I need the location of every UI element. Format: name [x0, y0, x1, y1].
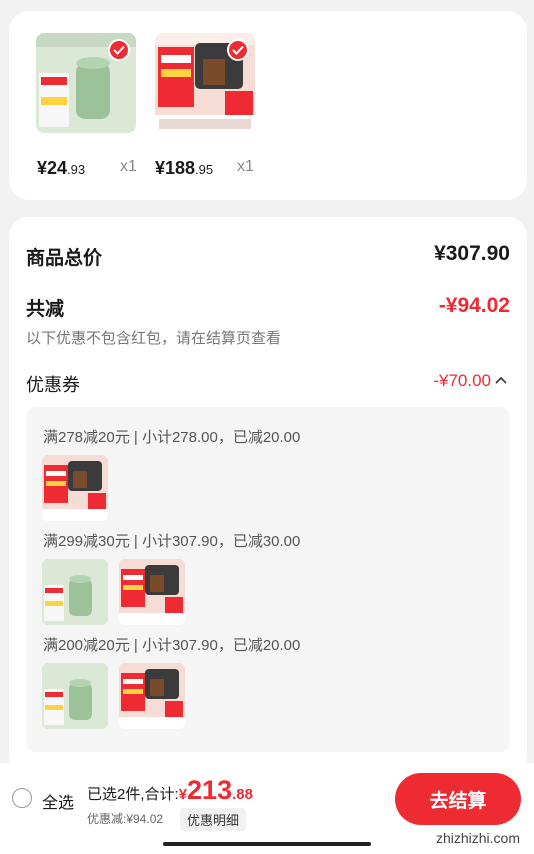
discount-value: -¥94.02	[438, 294, 510, 317]
product-quantity: x1	[120, 158, 137, 175]
select-all-radio[interactable]	[12, 788, 32, 808]
product-thumbnail-humidifier[interactable]	[36, 33, 136, 133]
humidifier-image	[42, 663, 108, 729]
discount-note: 以下优惠不包含红包，请在结算页查看	[26, 330, 282, 347]
discount-label: 共减	[26, 299, 65, 320]
product-quantity: x1	[237, 158, 254, 175]
coupon-item-coffee-machine[interactable]	[119, 559, 185, 625]
watermark-text: zhizhizhi.com	[435, 830, 520, 846]
product-price-humidifier: ¥24.93	[37, 158, 86, 178]
currency-symbol: ¥	[178, 786, 188, 803]
selected-check-icon[interactable]	[227, 39, 249, 61]
coupon-rule: 满299减30元 | 小计307.90，已减30.00	[43, 533, 301, 550]
total-value: ¥307.90	[434, 242, 510, 265]
coupon-rule: 满278减20元 | 小计278.00，已减20.00	[43, 429, 301, 446]
select-all-label[interactable]: 全选	[42, 789, 74, 813]
order-total: 已选2件,合计: ¥ 213 .88	[87, 775, 253, 806]
selected-count-text: 已选2件,合计:	[87, 786, 179, 803]
price-summary-card: 商品总价 ¥307.90 共减 -¥94.02 以下优惠不包含红包，请在结算页查…	[9, 217, 527, 777]
coupon-details-panel: 满278减20元 | 小计278.00，已减20.00 满299减30元 | 小…	[26, 407, 510, 752]
coupon-value: -¥70.00	[433, 371, 491, 390]
discount-detail-button[interactable]: 优惠明细	[180, 808, 247, 831]
total-label: 商品总价	[26, 248, 103, 269]
product-thumbnail-coffee-machine[interactable]	[155, 33, 255, 133]
discount-summary: 优惠减:¥94.02	[87, 812, 164, 826]
coupon-item-coffee-machine[interactable]	[119, 663, 185, 729]
chevron-up-icon	[495, 376, 507, 384]
total-decimal: .88	[232, 786, 253, 803]
coffee-machine-image	[42, 455, 108, 521]
coupon-toggle[interactable]: -¥70.00	[433, 371, 507, 391]
coupon-item-coffee-machine[interactable]	[42, 455, 108, 521]
selected-check-icon[interactable]	[108, 39, 130, 61]
checkout-button[interactable]: 去结算	[395, 773, 521, 825]
coupon-label: 优惠券	[26, 375, 80, 395]
coupon-item-humidifier[interactable]	[42, 559, 108, 625]
humidifier-image	[42, 559, 108, 625]
selected-products-card: ¥24.93 x1 ¥188.95 x1	[9, 11, 527, 200]
home-indicator	[163, 842, 371, 846]
coffee-machine-image	[119, 559, 185, 625]
product-price-coffee-machine: ¥188.95	[155, 158, 214, 178]
total-integer: 213	[187, 775, 233, 805]
coffee-machine-image	[119, 663, 185, 729]
coupon-rule: 满200减20元 | 小计307.90，已减20.00	[43, 637, 301, 654]
coupon-item-humidifier[interactable]	[42, 663, 108, 729]
